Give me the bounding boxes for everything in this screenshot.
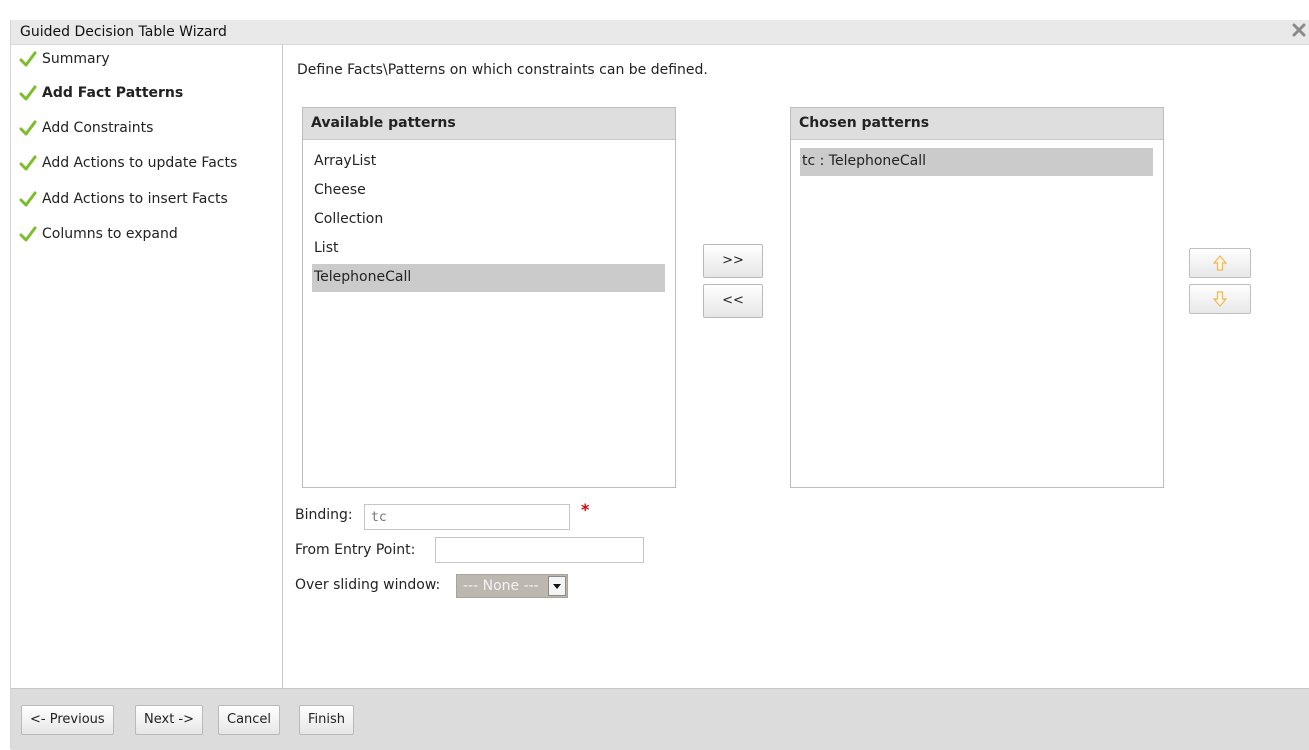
intro-text: Define Facts\Patterns on which constrain…	[297, 62, 708, 78]
available-patterns-header: Available patterns	[303, 108, 675, 140]
list-item[interactable]: ArrayList	[312, 148, 665, 176]
step-label: Columns to expand	[42, 226, 178, 242]
title-bar: Guided Decision Table Wizard	[11, 20, 1309, 45]
checkmark-icon	[19, 120, 37, 136]
list-item-selected[interactable]: TelephoneCall	[312, 264, 665, 292]
entry-point-label: From Entry Point:	[295, 542, 416, 558]
step-add-actions-insert[interactable]: Add Actions to insert Facts	[19, 188, 228, 210]
move-up-button[interactable]	[1189, 248, 1251, 278]
step-label: Add Actions to insert Facts	[42, 191, 228, 207]
list-item[interactable]: Cheese	[312, 177, 665, 205]
step-label: Summary	[42, 51, 110, 67]
sliding-window-value: --- None ---	[463, 578, 539, 594]
window-title: Guided Decision Table Wizard	[20, 24, 227, 40]
previous-button[interactable]: <- Previous	[21, 705, 114, 735]
arrow-down-icon	[1213, 291, 1227, 307]
finish-button[interactable]: Finish	[299, 705, 355, 735]
checkmark-icon	[19, 155, 37, 171]
checkmark-icon	[19, 51, 37, 67]
list-item-selected[interactable]: tc : TelephoneCall	[800, 148, 1153, 176]
next-button[interactable]: Next ->	[135, 705, 204, 735]
checkmark-icon	[19, 85, 37, 101]
close-icon[interactable]	[1291, 22, 1307, 38]
step-columns-to-expand[interactable]: Columns to expand	[19, 223, 178, 245]
list-item[interactable]: Collection	[312, 206, 665, 234]
wizard-dialog: Guided Decision Table Wizard Summary Add…	[10, 20, 1309, 750]
chevron-down-icon[interactable]	[548, 576, 566, 596]
step-label: Add Fact Patterns	[42, 85, 184, 101]
list-item[interactable]: List	[312, 235, 665, 263]
checkmark-icon	[19, 226, 37, 242]
available-patterns-list[interactable]: Available patterns ArrayList Cheese Coll…	[302, 107, 676, 488]
entry-point-input[interactable]	[435, 537, 644, 563]
binding-label: Binding:	[295, 507, 353, 523]
step-label: Add Actions to update Facts	[42, 155, 238, 171]
add-pattern-button[interactable]: >>	[703, 244, 763, 278]
step-label: Add Constraints	[42, 120, 154, 136]
cancel-button[interactable]: Cancel	[218, 705, 281, 735]
step-add-fact-patterns[interactable]: Add Fact Patterns	[19, 82, 183, 104]
sliding-window-label: Over sliding window:	[295, 577, 441, 593]
steps-sidebar: Summary Add Fact Patterns Add Constraint…	[11, 44, 283, 688]
required-marker: *	[581, 500, 590, 519]
chosen-patterns-list[interactable]: Chosen patterns tc : TelephoneCall	[790, 107, 1164, 488]
binding-input[interactable]	[364, 504, 570, 530]
checkmark-icon	[19, 191, 37, 207]
step-summary[interactable]: Summary	[19, 48, 110, 70]
arrow-up-icon	[1213, 255, 1227, 271]
chosen-patterns-header: Chosen patterns	[791, 108, 1163, 140]
wizard-footer: <- Previous Next -> Cancel Finish	[11, 688, 1309, 750]
remove-pattern-button[interactable]: <<	[703, 284, 763, 318]
step-add-constraints[interactable]: Add Constraints	[19, 117, 153, 139]
move-down-button[interactable]	[1189, 284, 1251, 314]
step-add-actions-update[interactable]: Add Actions to update Facts	[19, 152, 237, 174]
sliding-window-select[interactable]: --- None ---	[456, 574, 568, 598]
main-content: Define Facts\Patterns on which constrain…	[283, 44, 1309, 688]
